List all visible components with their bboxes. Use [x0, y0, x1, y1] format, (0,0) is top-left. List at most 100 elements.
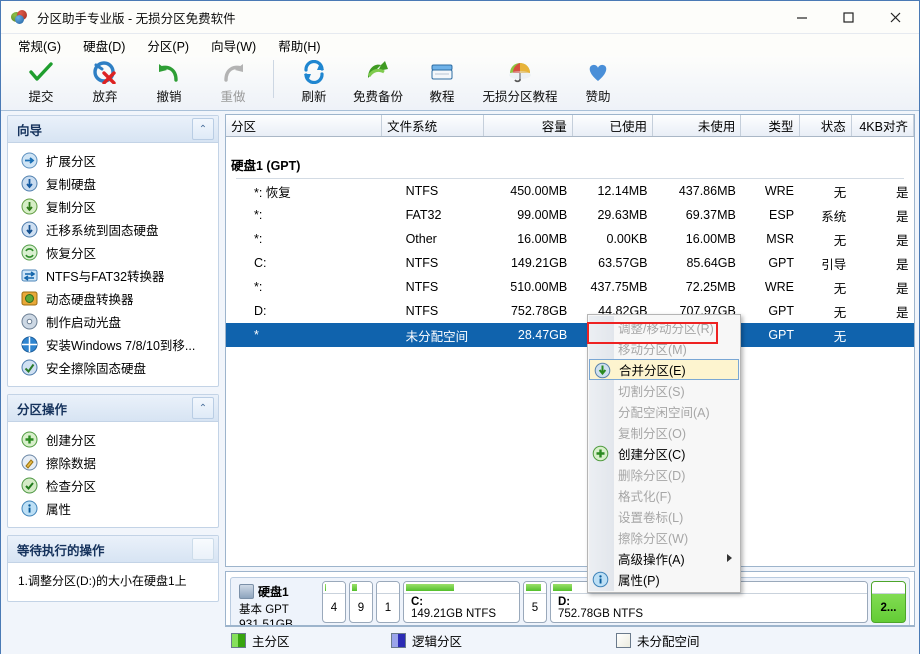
sidebar-item-properties[interactable]: 属性	[8, 497, 218, 520]
menu-create-partition[interactable]: 创建分区(C)	[588, 443, 740, 464]
sidebar-item-label: 擦除数据	[46, 453, 96, 472]
disk-block-unallocated[interactable]: 2...	[871, 581, 906, 623]
sidebar-item-check-partition[interactable]: 检查分区	[8, 474, 218, 497]
column-header-type[interactable]: 类型	[741, 115, 799, 137]
menu-allocate-free-space[interactable]: 分配空闲空间(A)	[588, 401, 740, 422]
menu-set-label[interactable]: 设置卷标(L)	[588, 506, 740, 527]
sidebar-item-migrate-os[interactable]: 迁移系统到固态硬盘	[8, 218, 218, 241]
pending-panel-header: 等待执行的操作	[8, 536, 218, 563]
disk-block[interactable]: 5	[523, 581, 547, 623]
minimize-button[interactable]	[779, 1, 825, 33]
menu-general[interactable]: 常规(G)	[7, 34, 72, 57]
operations-panel: 分区操作 ⌃ 创建分区 擦除数据	[7, 394, 219, 528]
table-row[interactable]: *: FAT32 99.00MB 29.63MB 69.37MB ESP 系统 …	[226, 203, 914, 227]
column-header-align[interactable]: 4KB对齐	[851, 115, 913, 137]
cell-capacity: 99.00MB	[484, 203, 572, 227]
disk-block-c[interactable]: C: 149.21GB NTFS	[403, 581, 520, 623]
chevron-up-icon[interactable]: ⌃	[192, 118, 214, 140]
table-row[interactable]: *: Other 16.00MB 0.00KB 16.00MB MSR 无 是	[226, 227, 914, 251]
disk-map-row[interactable]: 硬盘1 基本 GPT 931.51GB 4 9	[230, 577, 910, 626]
menu-partition[interactable]: 分区(P)	[136, 34, 200, 57]
sidebar-item-copy-disk[interactable]: 复制硬盘	[8, 172, 218, 195]
menu-disk[interactable]: 硬盘(D)	[72, 34, 136, 57]
disk-block-label: 4	[331, 602, 337, 614]
toolbar-donate-button[interactable]: 赞助	[566, 56, 630, 105]
column-header-capacity[interactable]: 容量	[484, 115, 572, 137]
table-row[interactable]: *: 恢复 NTFS 450.00MB 12.14MB 437.86MB WRE…	[226, 179, 914, 203]
main-content: 向导 ⌃ 扩展分区 复制硬盘	[1, 111, 919, 654]
table-row[interactable]: C: NTFS 149.21GB 63.57GB 85.64GB GPT 引导 …	[226, 251, 914, 275]
logical-partition-swatch-icon	[391, 633, 406, 648]
toolbar-separator	[273, 60, 274, 98]
chevron-up-icon[interactable]: ⌃	[192, 397, 214, 419]
disk-block[interactable]: 9	[349, 581, 373, 623]
cell-filesystem: NTFS	[382, 299, 484, 323]
maximize-button[interactable]	[825, 1, 871, 33]
menu-help[interactable]: 帮助(H)	[267, 34, 331, 57]
column-header-used[interactable]: 已使用	[572, 115, 652, 137]
legend-label: 未分配空间	[637, 631, 700, 650]
close-button[interactable]	[871, 1, 919, 33]
toolbar-discard-button[interactable]: 放弃	[73, 56, 137, 105]
title-bar: 分区助手专业版 - 无损分区免费软件	[1, 1, 919, 34]
toolbar-free-backup-button[interactable]: 免费备份	[346, 56, 410, 105]
cell-capacity: 28.47GB	[484, 323, 572, 347]
sidebar-item-extend-partition[interactable]: 扩展分区	[8, 149, 218, 172]
cell-align: 是	[851, 251, 913, 275]
cell-filesystem: Other	[382, 227, 484, 251]
disk-map-header: 硬盘1 基本 GPT 931.51GB	[234, 581, 322, 623]
toolbar-label: 赞助	[585, 86, 610, 105]
column-header-partition[interactable]: 分区	[226, 115, 382, 137]
backup-icon	[365, 59, 391, 85]
menu-item-label: 合并分区(E)	[619, 360, 686, 379]
menu-properties[interactable]: 属性(P)	[588, 569, 740, 590]
sidebar-item-label: 创建分区	[46, 430, 96, 449]
sidebar-item-secure-erase[interactable]: 安全擦除固态硬盘	[8, 356, 218, 379]
undo-cancel-icon	[92, 59, 118, 85]
toolbar-partition-tutorial-button[interactable]: 无损分区教程	[474, 56, 566, 105]
window-title: 分区助手专业版 - 无损分区免费软件	[37, 8, 236, 27]
sidebar-item-bootable-cd[interactable]: 制作启动光盘	[8, 310, 218, 333]
sidebar-item-dynamic-disk[interactable]: 动态硬盘转换器	[8, 287, 218, 310]
sidebar-item-create-partition[interactable]: 创建分区	[8, 428, 218, 451]
disk-block-label: 1	[385, 602, 391, 614]
cell-status: 无	[799, 275, 851, 299]
table-row-selected[interactable]: * 未分配空间 28.47GB GPT 无	[226, 323, 914, 347]
toolbar-refresh-button[interactable]: 刷新	[282, 56, 346, 105]
refresh-icon	[301, 59, 327, 85]
column-header-status[interactable]: 状态	[799, 115, 851, 137]
column-header-unused[interactable]: 未使用	[653, 115, 741, 137]
legend-logical: 逻辑分区	[391, 631, 616, 650]
list-item: 1.调整分区(D:)的大小在硬盘1上	[18, 572, 208, 589]
toolbar-commit-button[interactable]: 提交	[9, 56, 73, 105]
chevron-icon[interactable]	[192, 538, 214, 560]
disk-block[interactable]: 1	[376, 581, 400, 623]
copy-disk-icon	[21, 175, 38, 192]
menu-wizard[interactable]: 向导(W)	[200, 34, 267, 57]
panel-title: 向导	[17, 120, 42, 139]
menu-format[interactable]: 格式化(F)	[588, 485, 740, 506]
menu-delete-partition[interactable]: 删除分区(D)	[588, 464, 740, 485]
menu-bar: 常规(G) 硬盘(D) 分区(P) 向导(W) 帮助(H)	[1, 34, 919, 56]
toolbar-tutorial-button[interactable]: 教程	[410, 56, 474, 105]
convert-fs-icon	[21, 267, 38, 284]
table-row[interactable]: *: NTFS 510.00MB 437.75MB 72.25MB WRE 无 …	[226, 275, 914, 299]
menu-wipe-partition[interactable]: 擦除分区(W)	[588, 527, 740, 548]
sidebar-item-copy-partition[interactable]: 复制分区	[8, 195, 218, 218]
menu-advanced-operations[interactable]: 高级操作(A)	[588, 548, 740, 569]
wizard-panel: 向导 ⌃ 扩展分区 复制硬盘	[7, 115, 219, 387]
menu-merge-partition[interactable]: 合并分区(E)	[589, 359, 739, 380]
right-pane: 分区 文件系统 容量 已使用 未使用 类型 状态 4KB对齐 硬盘1 (GPT)	[225, 111, 919, 654]
menu-copy-partition[interactable]: 复制分区(O)	[588, 422, 740, 443]
sidebar-item-recover-partition[interactable]: 恢复分区	[8, 241, 218, 264]
sidebar-item-convert-fs[interactable]: NTFS与FAT32转换器	[8, 264, 218, 287]
toolbar-undo-button[interactable]: 撤销	[137, 56, 201, 105]
disk-block[interactable]: 4	[322, 581, 346, 623]
table-row[interactable]: D: NTFS 752.78GB 44.82GB 707.97GB GPT 无 …	[226, 299, 914, 323]
column-header-filesystem[interactable]: 文件系统	[382, 115, 484, 137]
menu-split-partition[interactable]: 切割分区(S)	[588, 380, 740, 401]
toolbar-redo-button[interactable]: 重做	[201, 56, 265, 105]
sidebar-item-wipe-data[interactable]: 擦除数据	[8, 451, 218, 474]
sidebar-item-windows-to-go[interactable]: 安装Windows 7/8/10到移...	[8, 333, 218, 356]
disk-map: 硬盘1 基本 GPT 931.51GB 4 9	[225, 571, 915, 626]
